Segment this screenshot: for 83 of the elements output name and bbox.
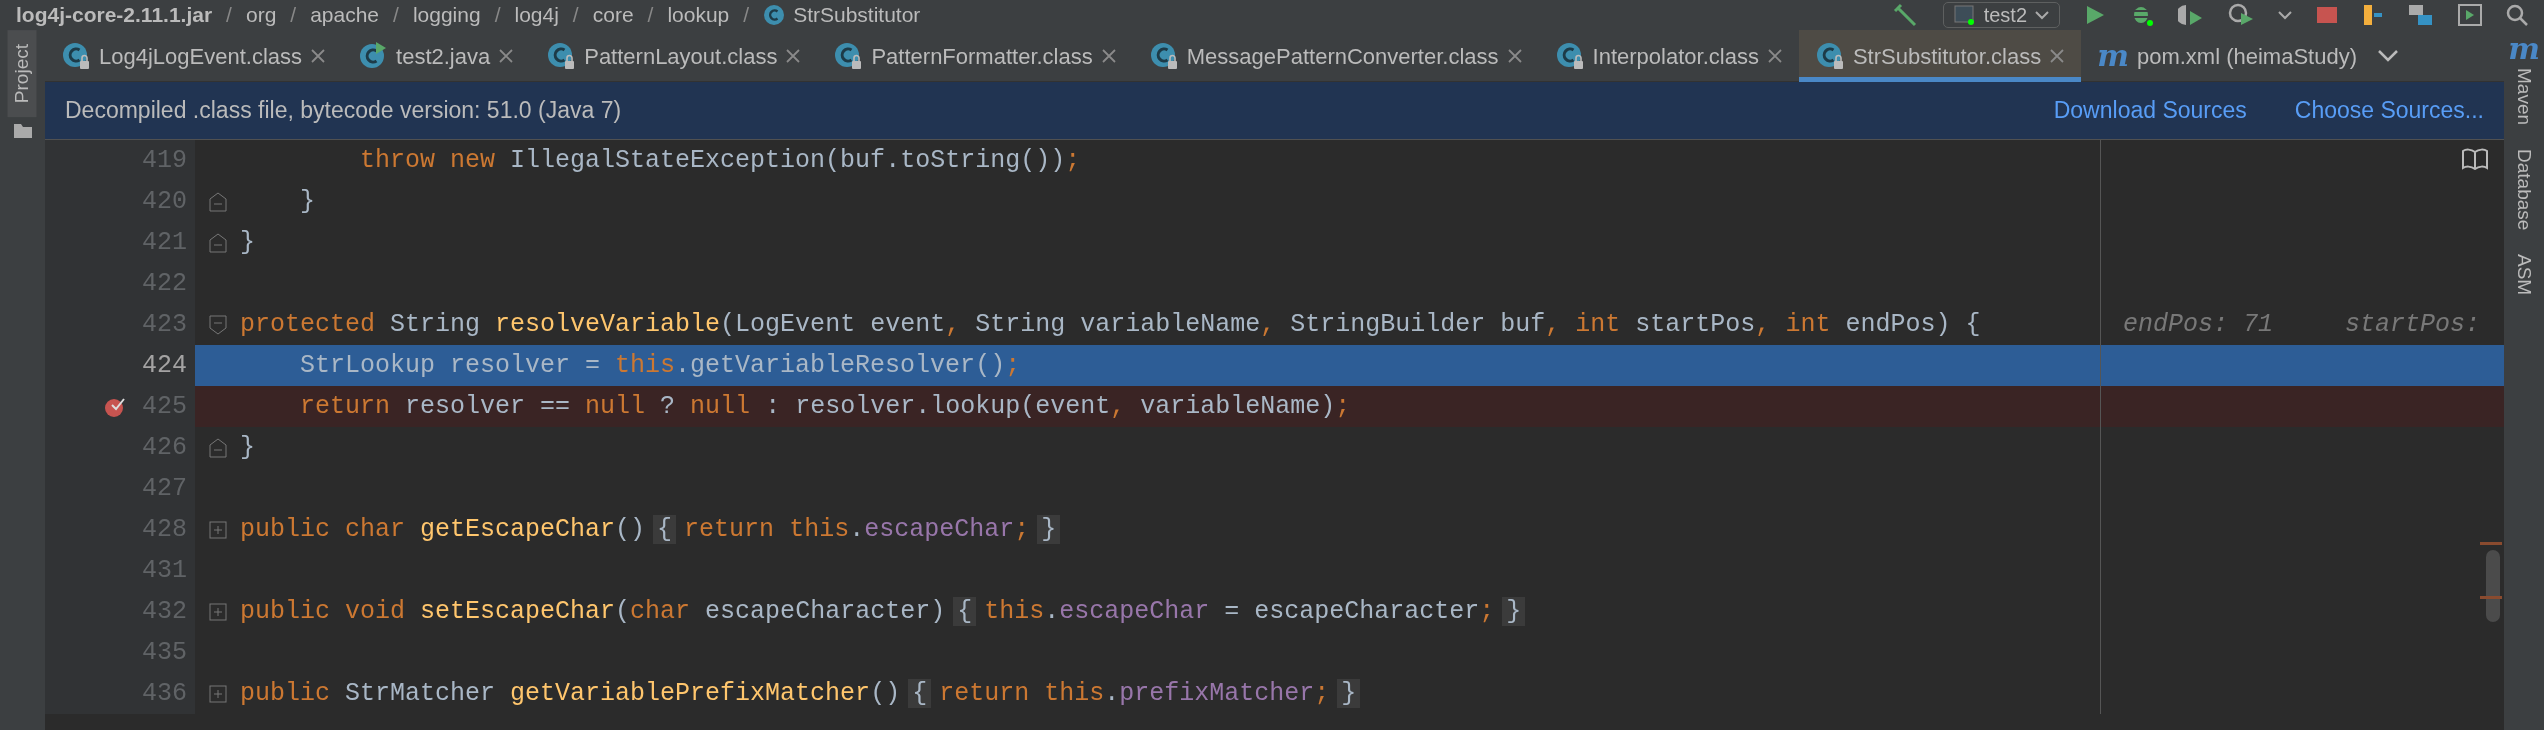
code-line: public StrMatcher getVariablePrefixMatcher() { return this.prefixMatcher; } <box>240 674 1369 713</box>
class-icon <box>61 41 91 71</box>
tool-window-tab[interactable]: Maven <box>2509 68 2539 126</box>
stop-icon[interactable] <box>2316 5 2338 25</box>
class-icon <box>1148 41 1179 71</box>
close-icon[interactable] <box>1506 48 1523 64</box>
error-stripe-mark <box>2480 542 2502 545</box>
code-line: } <box>240 431 255 464</box>
close-icon[interactable] <box>498 48 515 64</box>
code-line: } <box>299 185 315 218</box>
coverage-icon[interactable] <box>2178 3 2204 27</box>
banner-message: Decompiled .class file, bytecode version: 51.0 (Java 7) <box>65 96 622 126</box>
collapse-icon[interactable] <box>208 232 227 253</box>
breadcrumb-separator: / <box>572 2 579 29</box>
collapse-icon[interactable] <box>208 437 227 458</box>
scrollbar-thumb[interactable] <box>2486 550 2500 622</box>
breadcrumb-item[interactable]: log4j <box>514 0 559 31</box>
editor-tab[interactable]: m pom.xml (heimaStudy) <box>2081 30 2374 82</box>
breadcrumb-item[interactable]: StrSubstitutor <box>793 0 921 31</box>
code-line: } <box>240 226 255 259</box>
run-config-dropdown[interactable]: test2 <box>1942 2 2060 28</box>
close-icon[interactable] <box>2049 48 2066 64</box>
editor-tab[interactable]: PatternLayout.class <box>530 30 818 82</box>
code-line: StrLookup resolver = this.getVariableResolver(); <box>299 349 1021 382</box>
breadcrumb-item[interactable]: org <box>245 0 277 31</box>
editor-tab[interactable]: MessagePatternConverter.class <box>1132 30 1539 82</box>
caret-icon[interactable] <box>2278 10 2292 20</box>
tool-window-tab[interactable]: ASM <box>2509 254 2539 296</box>
class-icon <box>1814 41 1845 71</box>
search-icon[interactable] <box>2506 4 2528 26</box>
code-line: throw new IllegalStateException(buf.toString()); <box>359 144 1081 177</box>
editor-tab[interactable]: StrSubstitutor.class <box>1798 30 2082 82</box>
folder-icon <box>12 123 33 140</box>
banner-link[interactable]: Choose Sources... <box>2294 93 2484 128</box>
line-number: 424 <box>142 349 187 382</box>
error-stripe-mark <box>2480 596 2502 599</box>
close-icon[interactable] <box>310 48 327 64</box>
class-icon <box>763 4 786 26</box>
chevron-down-icon[interactable] <box>2377 48 2400 63</box>
reader-mode-icon[interactable] <box>2462 148 2488 170</box>
breadcrumb-separator: / <box>290 2 297 29</box>
code-line: public char getEscapeChar() { return this.escapeChar; } <box>240 510 1069 549</box>
terminal-icon[interactable] <box>2458 4 2482 26</box>
breadcrumb-item[interactable]: lookup <box>667 0 730 31</box>
breadcrumb-separator: / <box>647 2 654 29</box>
breadcrumb-item[interactable]: logging <box>412 0 481 31</box>
breadcrumb-separator: / <box>494 2 501 29</box>
close-icon[interactable] <box>1766 48 1783 64</box>
run-icon[interactable] <box>2084 4 2106 26</box>
close-icon[interactable] <box>785 48 802 64</box>
inline-value-hint: startPos: <box>2345 308 2481 341</box>
tool-window-tab[interactable]: Database <box>2509 149 2539 231</box>
editor-tab[interactable]: Interpolator.class <box>1538 30 1799 82</box>
breadcrumb-item[interactable]: log4j-core-2.11.1.jar <box>16 0 213 31</box>
hammer-icon[interactable] <box>1892 3 1919 27</box>
code-line: return resolver == null ? null : resolver.lookup(event, variableName); <box>299 390 1351 423</box>
banner-link[interactable]: Download Sources <box>2053 93 2247 128</box>
run-config-icon <box>1953 5 1976 25</box>
caret-icon <box>2035 10 2049 20</box>
maven-icon[interactable]: m <box>2508 34 2540 64</box>
expand-icon[interactable] <box>208 602 227 621</box>
class-icon <box>833 41 864 71</box>
breadcrumb-separator: / <box>743 2 750 29</box>
inline-value-hint: endPos: 71 <box>2123 308 2274 341</box>
code-line: protected String resolveVariable(LogEvent event, String variableName, StringBuilder buf, int startPos, int endPos) { <box>240 308 1981 341</box>
class-icon <box>1554 41 1585 71</box>
maven-icon: m <box>2097 41 2129 71</box>
collapse-icon[interactable] <box>208 191 227 212</box>
profiler-icon[interactable] <box>2228 3 2254 27</box>
expand-icon[interactable] <box>208 684 227 703</box>
editor-tab[interactable]: test2.java <box>342 30 531 82</box>
editor-tab[interactable]: Log4jLogEvent.class <box>45 30 343 82</box>
breadcrumb-separator: / <box>393 2 399 29</box>
editor-tab[interactable]: PatternFormatter.class <box>817 30 1133 82</box>
class-icon <box>546 41 577 71</box>
breadcrumb-item[interactable]: apache <box>310 0 380 31</box>
close-icon[interactable] <box>1100 48 1117 64</box>
breadcrumb-separator: / <box>226 2 232 29</box>
expand-icon[interactable] <box>208 520 227 539</box>
code-line: public void setEscapeChar(char escapeCharacter) { this.escapeChar = escapeCharacter; } <box>240 592 1534 631</box>
tool-window-tab[interactable]: Project <box>8 30 37 118</box>
breadcrumb-item[interactable]: core <box>592 0 634 31</box>
collapse-icon[interactable] <box>208 314 227 335</box>
